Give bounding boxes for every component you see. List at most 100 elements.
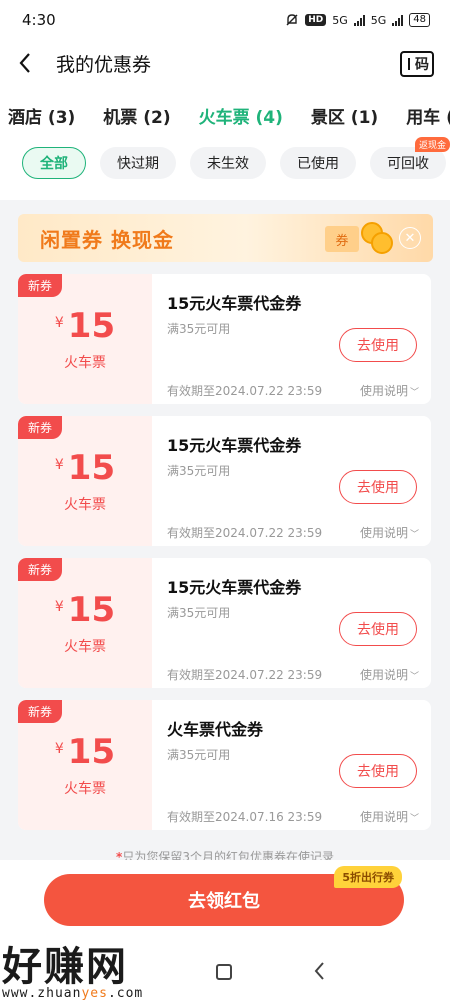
currency-symbol: ¥: [54, 457, 64, 473]
filter-label: 未生效: [207, 156, 249, 172]
new-coupon-tag: 新券: [18, 700, 63, 723]
coupon-category: 火车票: [64, 781, 106, 797]
chevron-down-icon: ﹀: [409, 814, 419, 824]
battery-icon: 48: [409, 13, 430, 27]
coupon-title: 15元火车票代金券: [167, 578, 302, 597]
status-time: 4:30: [22, 11, 56, 29]
system-nav-bar: 好赚网 www.zhuanyes.com: [0, 944, 450, 1000]
coupon-amount: ¥15: [18, 448, 152, 488]
coupon-value-panel: 新券 ¥15 火车票: [18, 700, 152, 830]
coupon-expiry: 有效期至2024.07.16 23:59: [167, 810, 323, 824]
filter-not-effective[interactable]: 未生效: [190, 147, 266, 179]
use-coupon-button[interactable]: 去使用: [339, 612, 417, 646]
coupon-value-panel: 新券 ¥15 火车票: [18, 274, 152, 404]
page-title: 我的优惠券: [56, 53, 152, 76]
filter-label: 可回收: [387, 156, 429, 172]
discount-badge: 5折出行券: [334, 866, 402, 888]
coupon-category: 火车票: [64, 355, 106, 371]
usage-label: 使用说明: [359, 526, 408, 540]
chevron-down-icon: ﹀: [409, 672, 419, 682]
use-coupon-button[interactable]: 去使用: [339, 470, 417, 504]
coupon-amount: ¥15: [18, 306, 152, 346]
coupon-expiry: 有效期至2024.07.22 23:59: [167, 668, 323, 682]
coupon-title: 火车票代金券: [167, 720, 264, 739]
watermark-url-pre: www.zhuan: [2, 986, 82, 1000]
get-red-packet-label: 去领红包: [188, 891, 260, 912]
coupon-condition: 满35元可用: [167, 464, 231, 478]
chevron-down-icon: ﹀: [409, 530, 419, 540]
tab-car[interactable]: 用车 (2: [392, 103, 450, 128]
filter-all[interactable]: 全部: [22, 147, 86, 179]
cashback-badge: 返现金: [414, 137, 450, 152]
signal-icon: [392, 14, 404, 26]
coupon-value-panel: 新券 ¥15 火车票: [18, 558, 152, 688]
idle-coupon-banner[interactable]: 闲置券 换现金 券 ✕: [18, 214, 433, 262]
coin-icon: [371, 232, 393, 254]
usage-instructions-link[interactable]: 使用说明 ﹀: [360, 666, 419, 683]
coupon-amount: ¥15: [18, 590, 152, 630]
tab-train[interactable]: 火车票 (4): [185, 103, 297, 128]
usage-instructions-link[interactable]: 使用说明 ﹀: [360, 524, 419, 541]
close-icon[interactable]: ✕: [399, 227, 421, 249]
bottom-action-bar: 去领红包 5折出行券: [0, 860, 450, 944]
filter-label: 已使用: [297, 156, 339, 172]
chevron-left-icon[interactable]: [18, 51, 42, 75]
watermark-url-post: .com: [107, 986, 144, 1000]
coupon-category: 火车票: [64, 497, 106, 513]
amount-value: 15: [67, 732, 116, 772]
coupon-condition: 满35元可用: [167, 606, 231, 620]
coupon-category: 火车票: [64, 639, 106, 655]
currency-symbol: ¥: [54, 315, 64, 331]
coupon-title: 15元火车票代金券: [167, 436, 302, 455]
app-header: 我的优惠券 码: [0, 40, 450, 86]
filter-label: 快过期: [117, 156, 159, 172]
category-tabs: 酒店 (3) 机票 (2) 火车票 (4) 景区 (1) 用车 (2: [0, 94, 450, 136]
amount-value: 15: [67, 306, 116, 346]
status-icons: HD 5G 5G 48: [285, 13, 430, 27]
currency-symbol: ¥: [54, 599, 64, 615]
filter-used[interactable]: 已使用: [280, 147, 356, 179]
amount-value: 15: [67, 590, 116, 630]
coupon-title: 15元火车票代金券: [167, 294, 302, 313]
watermark: 好赚网 www.zhuanyes.com: [2, 944, 202, 1000]
signal-icon: [353, 14, 365, 26]
coupon-card: 新券 ¥15 火车票 15元火车票代金券 满35元可用 去使用 有效期至2024…: [18, 558, 431, 688]
status-bar: 4:30 HD 5G 5G 48: [0, 0, 450, 40]
watermark-title: 好赚网: [2, 943, 128, 990]
watermark-url: www.zhuanyes.com: [2, 986, 202, 1000]
mute-bell-icon: [286, 14, 298, 26]
tab-flight[interactable]: 机票 (2): [89, 103, 184, 128]
use-coupon-button[interactable]: 去使用: [339, 328, 417, 362]
coupon-expiry: 有效期至2024.07.22 23:59: [167, 384, 323, 398]
coupon-code-icon[interactable]: 码: [400, 51, 434, 77]
use-coupon-button[interactable]: 去使用: [339, 754, 417, 788]
home-icon[interactable]: [216, 964, 232, 980]
get-red-packet-button[interactable]: 去领红包 5折出行券: [44, 866, 404, 926]
filter-expiring[interactable]: 快过期: [100, 147, 176, 179]
chevron-down-icon: ﹀: [409, 388, 419, 398]
tab-scenic[interactable]: 景区 (1): [297, 103, 392, 128]
usage-label: 使用说明: [359, 384, 408, 398]
network-label-2: 5G: [370, 13, 387, 27]
coupon-expiry: 有效期至2024.07.22 23:59: [167, 526, 323, 540]
new-coupon-tag: 新券: [18, 416, 63, 439]
usage-label: 使用说明: [359, 810, 408, 824]
filter-label: 全部: [40, 156, 68, 172]
coupon-card: 新券 ¥15 火车票 15元火车票代金券 满35元可用 去使用 有效期至2024…: [18, 416, 431, 546]
nav-back-icon[interactable]: [312, 960, 326, 986]
filter-recyclable[interactable]: 可回收 返现金: [370, 137, 450, 179]
tab-hotel[interactable]: 酒店 (3): [0, 103, 89, 128]
coupon-list-area: 闲置券 换现金 券 ✕ 新券 ¥15 火车票 15元火车票代金券 满35元可用 …: [0, 200, 450, 864]
currency-symbol: ¥: [54, 741, 64, 757]
usage-instructions-link[interactable]: 使用说明 ﹀: [360, 382, 419, 399]
coupon-card: 新券 ¥15 火车票 火车票代金券 满35元可用 去使用 有效期至2024.07…: [18, 700, 431, 830]
network-label-1: 5G: [332, 13, 348, 27]
filter-chips: 全部 快过期 未生效 已使用 可回收 返现金: [22, 137, 450, 180]
new-coupon-tag: 新券: [18, 274, 63, 297]
usage-instructions-link[interactable]: 使用说明 ﹀: [360, 808, 419, 825]
watermark-url-mid: yes: [81, 986, 108, 1000]
coupon-amount: ¥15: [18, 732, 152, 772]
coupon-code-label: 码: [415, 57, 429, 73]
coupon-card: 新券 ¥15 火车票 15元火车票代金券 满35元可用 去使用 有效期至2024…: [18, 274, 431, 404]
amount-value: 15: [67, 448, 116, 488]
